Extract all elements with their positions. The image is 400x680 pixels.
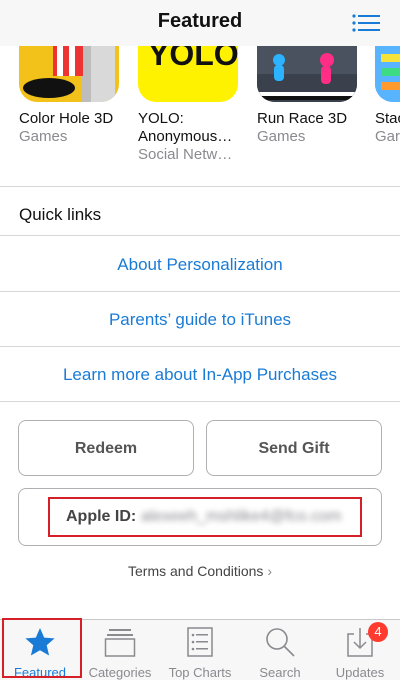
tab-label: Search [259, 665, 301, 680]
search-icon [266, 628, 295, 657]
app-item[interactable]: Color Hole 3D Games [19, 46, 137, 146]
app-icon-text: YOLO [148, 46, 238, 72]
app-name: Stac [375, 110, 400, 127]
stack-icon [104, 629, 136, 657]
list-icon[interactable] [352, 14, 380, 32]
app-icon-yolo: YOLO [138, 46, 238, 102]
app-name: Run Race 3D [257, 110, 348, 127]
app-name-line2: Anonymous… [138, 128, 233, 145]
app-name: YOLO: [138, 110, 184, 127]
app-item[interactable]: Run Race 3D Games [257, 46, 375, 146]
quick-links-header: Quick links [0, 186, 400, 236]
tab-label: Updates [335, 665, 385, 680]
apple-id-value: alexeeh_mshlike4@fco.com [141, 508, 342, 525]
app-category: Games [257, 128, 306, 145]
link-parents-guide[interactable]: Parents’ guide to iTunes [0, 292, 400, 347]
navigation-bar: Featured [0, 0, 400, 46]
send-gift-button-label: Send Gift [258, 440, 330, 457]
terms-label: Terms and Conditions [128, 563, 264, 579]
app-category: Gar [375, 128, 400, 145]
quick-links-title: Quick links [19, 205, 102, 224]
tab-categories[interactable]: Categories [80, 620, 160, 680]
app-icon-color-hole [19, 46, 119, 102]
tab-updates[interactable]: 4 Updates [320, 620, 400, 680]
redeem-button[interactable]: Redeem [18, 420, 194, 476]
link-label: About Personalization [117, 255, 283, 274]
page-title: Featured [157, 10, 243, 32]
send-gift-button[interactable]: Send Gift [206, 420, 382, 476]
app-icon-run-race [257, 46, 357, 102]
chevron-right-icon: › [267, 563, 272, 579]
app-category: Games [19, 128, 68, 145]
app-item[interactable]: Stac Gar [375, 46, 400, 146]
tab-search[interactable]: Search [240, 620, 320, 680]
list-icon [187, 627, 213, 657]
redeem-button-label: Redeem [74, 440, 138, 457]
apple-id-label: Apple ID: [66, 508, 137, 525]
link-label: Parents’ guide to iTunes [108, 310, 292, 329]
featured-tab-highlight [2, 618, 82, 678]
app-icon-stack [375, 46, 400, 102]
featured-apps-carousel: Color Hole 3D Games YOLO YOLO: Anonymous… [0, 46, 400, 168]
tab-label: Categories [88, 665, 152, 680]
link-label: Learn more about In-App Purchases [62, 365, 338, 384]
tab-label: Top Charts [168, 665, 232, 680]
app-category: Social Netw… [138, 146, 233, 163]
link-in-app-purchases[interactable]: Learn more about In-App Purchases [0, 347, 400, 402]
app-item[interactable]: YOLO YOLO: Anonymous… Social Netw… [138, 46, 256, 164]
app-name: Color Hole 3D [19, 110, 114, 127]
terms-link[interactable]: Terms and Conditions › [0, 563, 400, 579]
link-about-personalization[interactable]: About Personalization [0, 237, 400, 292]
tab-top-charts[interactable]: Top Charts [160, 620, 240, 680]
updates-badge: 4 [368, 622, 388, 642]
